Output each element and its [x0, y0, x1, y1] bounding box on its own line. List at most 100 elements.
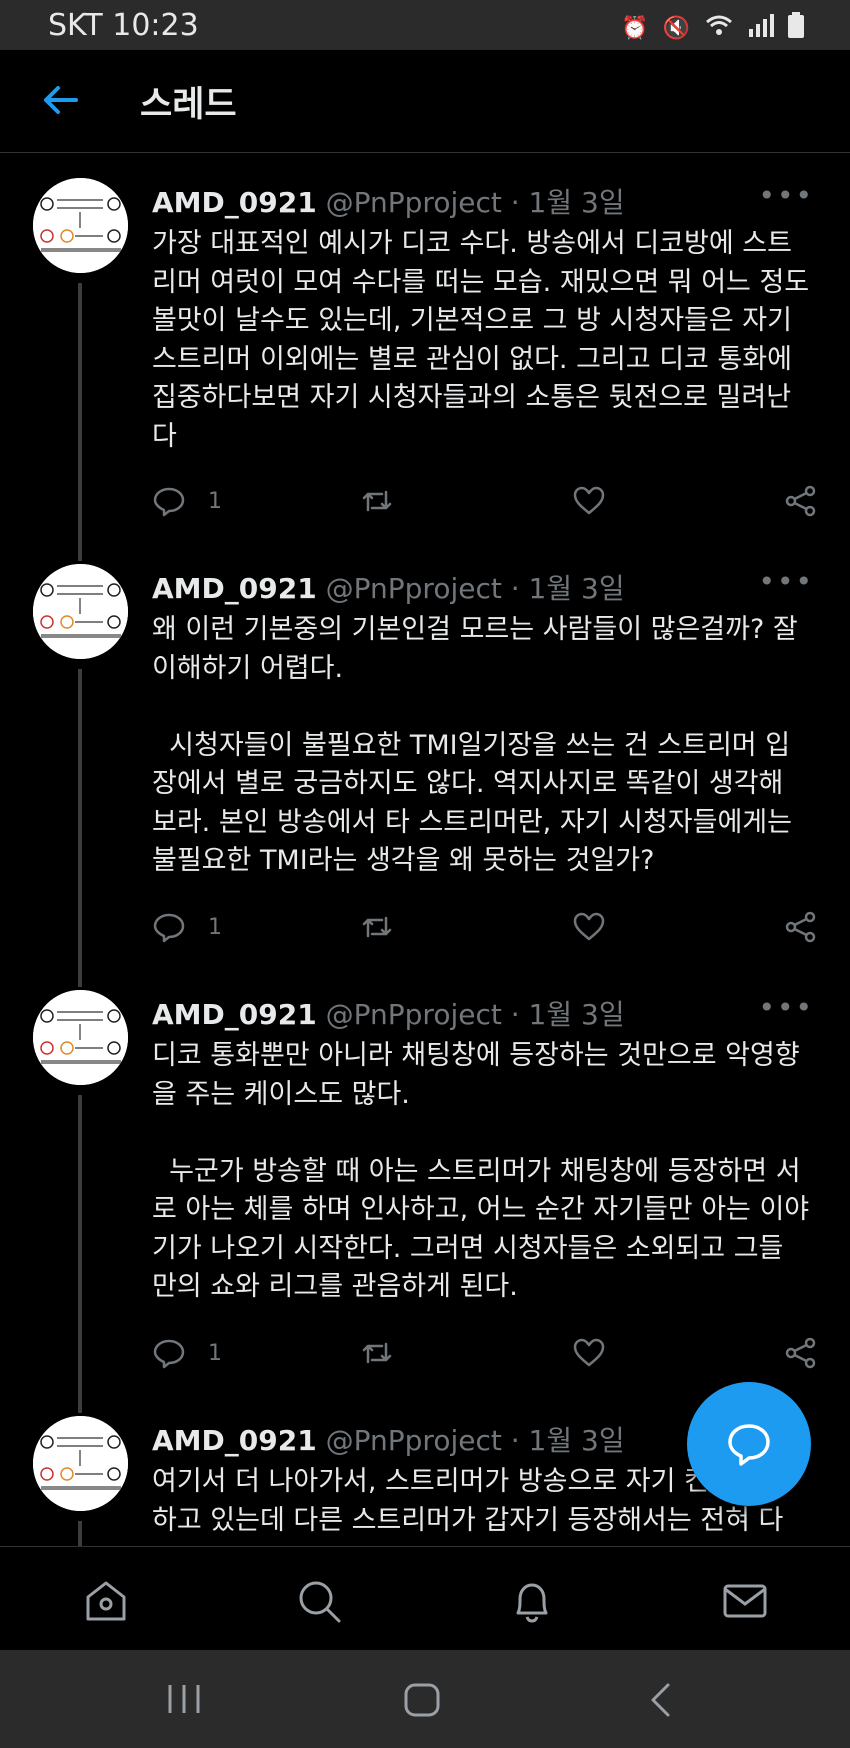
- home-system-button[interactable]: [403, 1682, 441, 1722]
- tweet-header: AMD_0921 @PnPproject · 1월 3일: [152, 993, 625, 1033]
- share-icon: [785, 1337, 816, 1369]
- retweet-icon: [362, 1342, 392, 1364]
- separator-dot: ·: [510, 1424, 520, 1457]
- separator-dot: ·: [510, 998, 520, 1031]
- thread-line: [78, 1521, 82, 1546]
- heart-icon: [573, 912, 605, 941]
- avatar[interactable]: [33, 990, 128, 1085]
- reply-count: 1: [208, 488, 222, 514]
- arrow-left-icon: [44, 86, 78, 114]
- tweet-actions: 1: [152, 481, 822, 521]
- share-icon: [785, 911, 816, 943]
- more-options-button[interactable]: •••: [758, 179, 814, 212]
- share-button[interactable]: [784, 481, 818, 521]
- chevron-left-icon: [651, 1683, 670, 1717]
- username[interactable]: AMD_0921: [152, 998, 317, 1031]
- reply-button[interactable]: 1: [152, 1333, 222, 1373]
- nav-notifications[interactable]: [508, 1577, 556, 1625]
- tweet-header: AMD_0921 @PnPproject · 1월 3일: [152, 567, 625, 607]
- avatar[interactable]: [33, 564, 128, 659]
- more-icon: •••: [758, 991, 814, 1024]
- bottom-nav: [0, 1546, 850, 1651]
- user-handle[interactable]: @PnPproject: [326, 998, 502, 1031]
- username[interactable]: AMD_0921: [152, 572, 317, 605]
- reply-icon: [153, 913, 185, 943]
- thread-feed[interactable]: AMD_0921 @PnPproject · 1월 3일 ••• 가장 대표적인…: [0, 153, 850, 1546]
- reply-icon: [153, 1339, 185, 1369]
- username[interactable]: AMD_0921: [152, 186, 317, 219]
- back-system-button[interactable]: [648, 1682, 672, 1722]
- tweet-actions: 1: [152, 1333, 822, 1373]
- tweet-date[interactable]: 1월 3일: [529, 1424, 625, 1457]
- avatar[interactable]: [33, 178, 128, 273]
- page-title: 스레드: [140, 85, 237, 125]
- tweet-date[interactable]: 1월 3일: [529, 998, 625, 1031]
- nav-home[interactable]: [82, 1577, 130, 1625]
- share-button[interactable]: [784, 907, 818, 947]
- like-button[interactable]: [572, 1333, 606, 1373]
- mail-icon: [723, 1584, 767, 1618]
- heart-icon: [573, 486, 605, 515]
- tweet[interactable]: AMD_0921 @PnPproject · 1월 3일 ••• 디코 통화뿐만…: [0, 965, 850, 1391]
- more-options-button[interactable]: •••: [758, 565, 814, 598]
- tweet-date[interactable]: 1월 3일: [529, 186, 625, 219]
- thread-line: [78, 1095, 82, 1391]
- tweet[interactable]: AMD_0921 @PnPproject · 1월 3일 ••• 가장 대표적인…: [0, 153, 850, 545]
- tweet-text: 왜 이런 기본중의 기본인걸 모르는 사람들이 많은걸까? 잘 이해하기 어렵다…: [152, 614, 798, 876]
- username[interactable]: AMD_0921: [152, 1424, 317, 1457]
- avatar-diagram-icon: [33, 990, 128, 1085]
- battery-icon: [788, 12, 804, 45]
- thread-header: 스레드: [0, 50, 850, 153]
- like-button[interactable]: [572, 907, 606, 947]
- reply-count: 1: [208, 1340, 222, 1366]
- share-icon: [785, 485, 816, 517]
- reply-icon: [153, 487, 185, 517]
- thread-line: [78, 669, 82, 965]
- thread-line: [78, 1391, 82, 1413]
- user-handle[interactable]: @PnPproject: [326, 572, 502, 605]
- more-options-button[interactable]: •••: [758, 991, 814, 1024]
- nav-search[interactable]: [295, 1577, 343, 1625]
- share-button[interactable]: [784, 1333, 818, 1373]
- search-icon: [299, 1581, 341, 1623]
- retweet-icon: [362, 916, 392, 938]
- user-handle[interactable]: @PnPproject: [326, 186, 502, 219]
- tweet-date[interactable]: 1월 3일: [529, 572, 625, 605]
- bell-icon: [516, 1583, 548, 1623]
- status-icons: ⏰ 🔇: [621, 12, 804, 45]
- like-button[interactable]: [572, 481, 606, 521]
- tweet-header: AMD_0921 @PnPproject · 1월 3일: [152, 181, 625, 221]
- avatar-diagram-icon: [33, 178, 128, 273]
- reply-button[interactable]: 1: [152, 481, 222, 521]
- reply-count: 1: [208, 914, 222, 940]
- tweet-text: 가장 대표적인 예시가 디코 수다. 방송에서 디코방에 스트 리머 여럿이 모…: [152, 228, 810, 452]
- retweet-button[interactable]: [360, 1333, 394, 1373]
- thread-line: [78, 283, 82, 545]
- reply-button[interactable]: 1: [152, 907, 222, 947]
- back-button[interactable]: [40, 80, 80, 120]
- user-handle[interactable]: @PnPproject: [326, 1424, 502, 1457]
- mute-icon: 🔇: [662, 15, 690, 41]
- retweet-button[interactable]: [360, 907, 394, 947]
- avatar[interactable]: [33, 1416, 128, 1511]
- status-time: SKT 10:23: [48, 8, 199, 43]
- nav-messages[interactable]: [721, 1577, 769, 1625]
- chat-bubble-icon: [728, 1424, 770, 1466]
- signal-icon: [748, 13, 774, 44]
- alarm-icon: ⏰: [621, 15, 649, 41]
- home-icon: [86, 1581, 126, 1621]
- home-square-icon: [404, 1683, 440, 1717]
- more-icon: •••: [758, 179, 814, 212]
- recents-icon: [168, 1685, 200, 1713]
- retweet-button[interactable]: [360, 481, 394, 521]
- status-bar: SKT 10:23 ⏰ 🔇: [0, 0, 850, 50]
- wifi-icon: [704, 13, 734, 44]
- separator-dot: ·: [510, 186, 520, 219]
- tweet[interactable]: AMD_0921 @PnPproject · 1월 3일 ••• 왜 이런 기본…: [0, 539, 850, 965]
- tweet-text: 디코 통화뿐만 아니라 채팅창에 등장하는 것만으로 악영향 을 주는 케이스도…: [152, 1040, 810, 1302]
- avatar-diagram-icon: [33, 1416, 128, 1511]
- tweet-header: AMD_0921 @PnPproject · 1월 3일: [152, 1419, 625, 1459]
- tweet-actions: 1: [152, 907, 822, 947]
- reply-fab-button[interactable]: [687, 1382, 811, 1506]
- recents-button[interactable]: [166, 1682, 202, 1720]
